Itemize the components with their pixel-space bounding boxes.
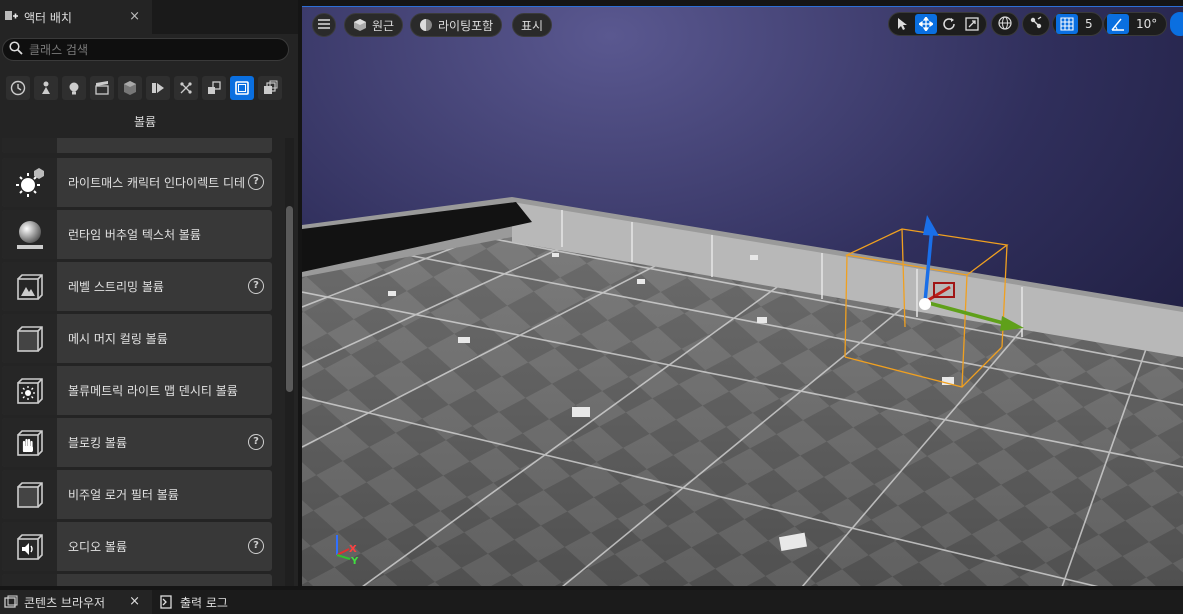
category-toolbar [6, 76, 282, 100]
place-actors-panel: 액터 배치 × 볼륨 [0, 0, 298, 586]
speaker-volume-icon [2, 522, 57, 571]
perspective-label: 원근 [372, 18, 395, 33]
geometry-icon[interactable] [146, 76, 170, 100]
tab-close-button[interactable]: × [129, 9, 140, 24]
item-label: 오디오 볼륨 [68, 540, 128, 554]
viewport-scene[interactable]: X Y [302, 7, 1183, 586]
category-title: 볼륨 [133, 115, 157, 129]
tab-content-browser[interactable]: 콘텐츠 브라우저 × [0, 590, 152, 614]
cube-volume-icon [2, 470, 57, 519]
lighting-mode-button[interactable]: 라이팅포함 [410, 13, 503, 37]
more-icon[interactable] [258, 76, 282, 100]
content-browser-label: 콘텐츠 브라우저 [24, 595, 106, 610]
lighting-label: 라이팅포함 [438, 18, 494, 33]
item-label: 라이트매스 캐릭터 인다이렉트 디테일 볼륨 [68, 176, 244, 190]
hamburger-icon [318, 18, 330, 32]
content-browser-icon [4, 595, 18, 609]
class-search-input[interactable] [29, 42, 269, 57]
tab-place-actors[interactable]: 액터 배치 × [0, 0, 152, 34]
item-label: 블로킹 볼륨 [68, 436, 128, 450]
volumes-icon[interactable] [174, 76, 198, 100]
axis-x-label: X [349, 544, 357, 555]
list-item-audio-volume[interactable]: 오디오 볼륨 ? [2, 522, 272, 571]
grid-snap-icon[interactable] [1056, 14, 1078, 34]
grid-snap-value[interactable]: 5 [1079, 17, 1099, 31]
show-label: 표시 [521, 18, 544, 33]
lit-sphere-icon [419, 18, 433, 32]
editor-root: 액터 배치 × 볼륨 [0, 0, 1183, 614]
transform-tools-group [888, 12, 987, 36]
translate-mode-icon[interactable] [915, 14, 937, 34]
help-icon[interactable]: ? [248, 278, 264, 294]
basic-icon[interactable] [34, 76, 58, 100]
scale-mode-icon[interactable] [961, 14, 983, 34]
actor-list: 라이트매스 캐릭터 인다이렉트 디테일 볼륨 ? 런타임 버추얼 텍스처 볼륨 … [0, 138, 282, 586]
list-item-mesh-merge-culling-volume[interactable]: 메시 머지 컬링 볼륨 [2, 314, 272, 363]
output-log-label: 출력 로그 [180, 595, 228, 610]
item-label: 메시 머지 컬링 볼륨 [68, 332, 168, 346]
all-classes-icon[interactable] [202, 76, 226, 100]
hand-volume-icon [2, 418, 57, 467]
scale-snap-toggle-partial[interactable] [1170, 12, 1183, 36]
tab-output-log[interactable]: 출력 로그 [160, 590, 228, 614]
cube-volume-icon [2, 314, 57, 363]
volume-icon[interactable] [230, 76, 254, 100]
help-icon[interactable]: ? [248, 538, 264, 554]
output-log-icon [160, 595, 172, 609]
recent-icon[interactable] [6, 76, 30, 100]
list-item-visual-logger-filter-volume[interactable]: 비주얼 로거 필터 볼륨 [2, 470, 272, 519]
panel-tabbar: 액터 배치 × [0, 0, 298, 34]
cinematic-icon[interactable] [90, 76, 114, 100]
rotate-mode-icon[interactable] [938, 14, 960, 34]
show-button[interactable]: 표시 [512, 13, 553, 37]
item-label: 런타임 버추얼 텍스처 볼륨 [68, 228, 201, 242]
bottom-drawer-bar: 콘텐츠 브라우저 × 출력 로그 [0, 590, 1183, 614]
grid-snap-group: 5 [1052, 12, 1103, 36]
content-browser-close-button[interactable]: × [129, 594, 140, 609]
list-item-runtime-virtual-texture-volume[interactable]: 런타임 버추얼 텍스처 볼륨 [2, 210, 272, 259]
place-actors-icon [4, 10, 18, 24]
list-item-volumetric-lightmap-density-volume[interactable]: 볼류메트릭 라이트 맵 덴시티 볼륨 [2, 366, 272, 415]
world-local-toggle[interactable] [991, 12, 1019, 36]
surface-snap-toggle[interactable] [1022, 12, 1050, 36]
help-icon[interactable]: ? [248, 174, 264, 190]
list-item-level-streaming-volume[interactable]: 레벨 스트리밍 볼륨 ? [2, 262, 272, 311]
lightmass-sun-icon [2, 158, 57, 207]
list-scrollbar-thumb[interactable] [286, 206, 293, 392]
item-label: 레벨 스트리밍 볼륨 [68, 280, 164, 294]
partial-thumb [2, 574, 57, 586]
mountain-volume-icon [2, 262, 57, 311]
item-label: 볼류메트릭 라이트 맵 덴시티 볼륨 [68, 384, 238, 398]
axis-y-label: Y [350, 556, 359, 567]
rotation-snap-value[interactable]: 10° [1130, 17, 1163, 31]
perspective-button[interactable]: 원근 [344, 13, 404, 37]
level-viewport[interactable]: X Y 원근 라이팅포함 표시 5 10° [302, 6, 1183, 586]
tab-title: 액터 배치 [24, 10, 72, 25]
lights-icon[interactable] [62, 76, 86, 100]
partial-thumb [2, 138, 57, 153]
select-mode-icon[interactable] [892, 14, 914, 34]
globe-icon [998, 15, 1012, 34]
item-label: 비주얼 로거 필터 볼륨 [68, 488, 179, 502]
cube-icon [353, 18, 367, 32]
help-icon[interactable]: ? [248, 434, 264, 450]
rotation-snap-icon[interactable] [1107, 14, 1129, 34]
surface-snap-icon [1029, 15, 1043, 34]
search-icon [9, 40, 23, 59]
viewport-menu-button[interactable] [312, 13, 336, 37]
list-item-partial[interactable] [2, 574, 272, 586]
list-item-partial[interactable] [2, 138, 272, 153]
list-item-blocking-volume[interactable]: 블로킹 볼륨 ? [2, 418, 272, 467]
rotation-snap-group: 10° [1103, 12, 1168, 36]
class-search-box[interactable] [2, 38, 289, 61]
list-item-lightmass-volume[interactable]: 라이트매스 캐릭터 인다이렉트 디테일 볼륨 ? [2, 158, 272, 207]
sphere-on-pedestal-icon [2, 210, 57, 259]
light-density-volume-icon [2, 366, 57, 415]
visual-effects-icon[interactable] [118, 76, 142, 100]
